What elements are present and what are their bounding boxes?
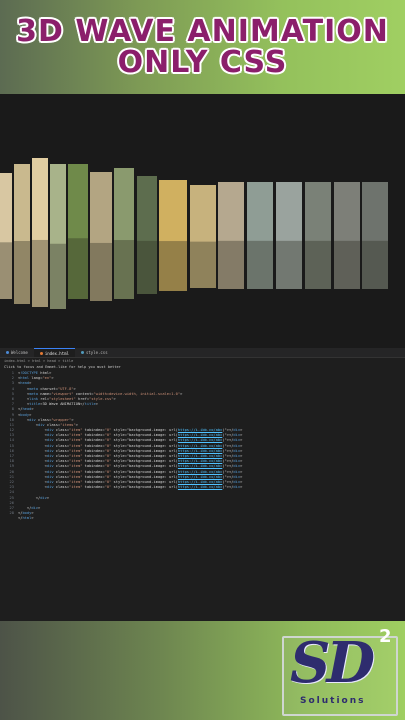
line-source: <div class="item" tabindex="0" style="ba…	[18, 485, 243, 490]
wave-panel-shade	[90, 242, 112, 301]
wave-panel-shade	[362, 240, 388, 289]
wave-preview	[0, 94, 405, 348]
editor-tabbar: Welcome index.html style.css	[0, 348, 405, 358]
tab-label: style.css	[85, 350, 108, 355]
wave-panel-shade	[334, 240, 360, 289]
wave-panel-shade	[159, 241, 187, 291]
wave-panel-shade	[50, 243, 66, 309]
line-source: </div>	[18, 495, 50, 500]
tab-welcome[interactable]: Welcome	[0, 348, 34, 357]
html-file-icon	[39, 351, 43, 355]
wave-panels	[0, 158, 388, 309]
wave-panel-shade	[114, 240, 134, 299]
wave-panel-shade	[14, 241, 30, 304]
tab-label: index.html	[44, 350, 69, 356]
code-line[interactable]: </html>	[0, 516, 405, 521]
wave-panel-shade	[218, 240, 244, 289]
logo-mark: SD	[290, 630, 375, 696]
title-line-2: ONLY CSS	[117, 45, 288, 80]
css-file-icon	[80, 351, 84, 354]
wave-panel-shade	[305, 240, 331, 289]
code-editor[interactable]: Welcome index.html style.css index.html …	[0, 348, 405, 621]
tab-index-html[interactable]: index.html	[33, 348, 75, 357]
tab-label: Welcome	[11, 350, 28, 355]
wave-panel-shade	[190, 241, 216, 288]
code-area[interactable]: 1 <!DOCTYPE html> 2 <html lang="en"> 3 <head>…	[0, 370, 405, 521]
line-number	[0, 516, 18, 521]
wave-panel-shade	[68, 238, 88, 299]
wave-panel-shade	[276, 240, 302, 289]
wave-panel-shade	[32, 239, 48, 307]
wave-panel-shade	[247, 240, 273, 289]
title-line-1: 3D WAVE ANIMATION	[16, 14, 389, 49]
logo-wordmark: Solutions	[300, 696, 366, 706]
tab-style-css[interactable]: style.css	[75, 348, 114, 357]
wave-panel-shade	[137, 240, 157, 294]
wave-panel-shade	[0, 242, 12, 299]
welcome-icon	[6, 351, 9, 354]
line-source: </html>	[18, 516, 34, 521]
logo-superscript: 2	[379, 626, 392, 647]
title-banner: 3D WAVE ANIMATION ONLY CSS	[0, 0, 405, 94]
